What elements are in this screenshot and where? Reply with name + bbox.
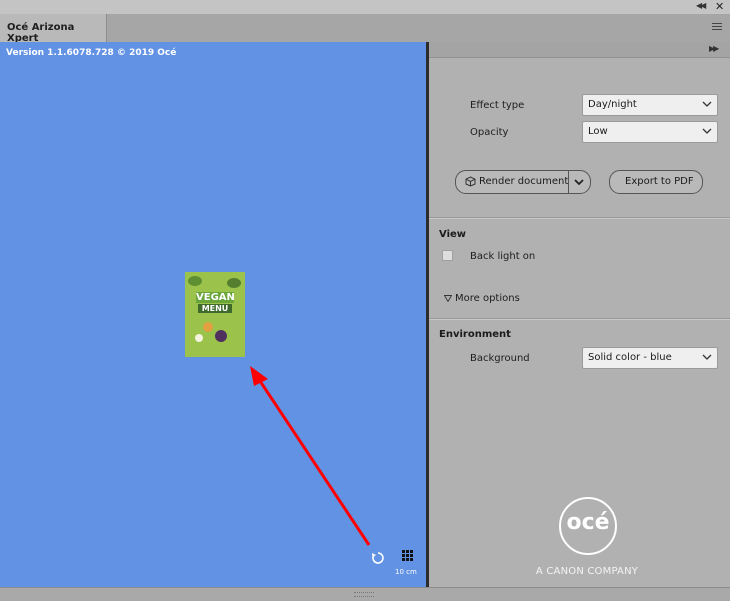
tab-oce-arizona-xpert[interactable]: Océ Arizona Xpert: [0, 14, 107, 44]
chevron-down-icon: [702, 101, 712, 107]
view-section-title: View: [439, 229, 467, 240]
opacity-select[interactable]: Low: [582, 121, 718, 143]
section-separator: [429, 217, 730, 219]
preview-viewport[interactable]: Version 1.1.6078.728 © 2019 Océ VEGAN ME…: [0, 42, 426, 587]
chevron-down-icon[interactable]: [573, 176, 585, 188]
cube-icon: [465, 176, 476, 187]
oce-logo: océ: [559, 497, 617, 555]
chevron-down-icon: [702, 128, 712, 134]
tab-title: Océ Arizona Xpert: [7, 22, 75, 44]
render-document-button[interactable]: Render document: [455, 170, 591, 194]
bottom-bar: [0, 587, 730, 601]
annotation-arrow: [250, 366, 371, 546]
background-label: Background: [470, 353, 530, 364]
double-chevron-right-icon[interactable]: ▶▶: [709, 44, 719, 53]
hamburger-menu-icon[interactable]: [712, 23, 722, 32]
scale-label: 10 cm: [395, 568, 417, 576]
section-separator: [429, 318, 730, 320]
export-to-pdf-label: Export to PDF: [625, 176, 694, 187]
environment-section-title: Environment: [439, 329, 511, 340]
logo-text: océ: [566, 510, 610, 535]
resize-grip[interactable]: [354, 592, 374, 597]
triangle-down-icon: [444, 295, 452, 302]
chevron-down-icon: [702, 354, 712, 360]
effect-type-value: Day/night: [588, 99, 637, 110]
render-document-label: Render document: [479, 176, 569, 187]
export-to-pdf-button[interactable]: Export to PDF: [609, 170, 703, 194]
opacity-label: Opacity: [470, 127, 509, 138]
background-value: Solid color - blue: [588, 352, 672, 363]
back-light-checkbox[interactable]: [442, 250, 453, 261]
settings-panel-header: ▶▶: [429, 42, 730, 58]
refresh-icon[interactable]: [371, 551, 385, 565]
double-chevron-left-icon[interactable]: ◀◀: [696, 1, 706, 10]
opacity-value: Low: [588, 126, 608, 137]
window-top-strip: ◀◀ ✕: [0, 0, 730, 14]
canon-tagline: A CANON COMPANY: [535, 566, 639, 577]
close-icon[interactable]: ✕: [715, 0, 724, 13]
grid-icon[interactable]: [402, 550, 413, 561]
effect-type-select[interactable]: Day/night: [582, 94, 718, 116]
back-light-label: Back light on: [470, 251, 536, 262]
panel-tab-bar: Océ Arizona Xpert: [0, 14, 730, 44]
background-select[interactable]: Solid color - blue: [582, 347, 718, 369]
more-options-label: More options: [455, 293, 520, 304]
settings-panel: ▶▶ Effect type Day/night Opacity Low Ren…: [429, 42, 730, 587]
split-separator: [568, 171, 569, 193]
effect-type-label: Effect type: [470, 100, 525, 111]
